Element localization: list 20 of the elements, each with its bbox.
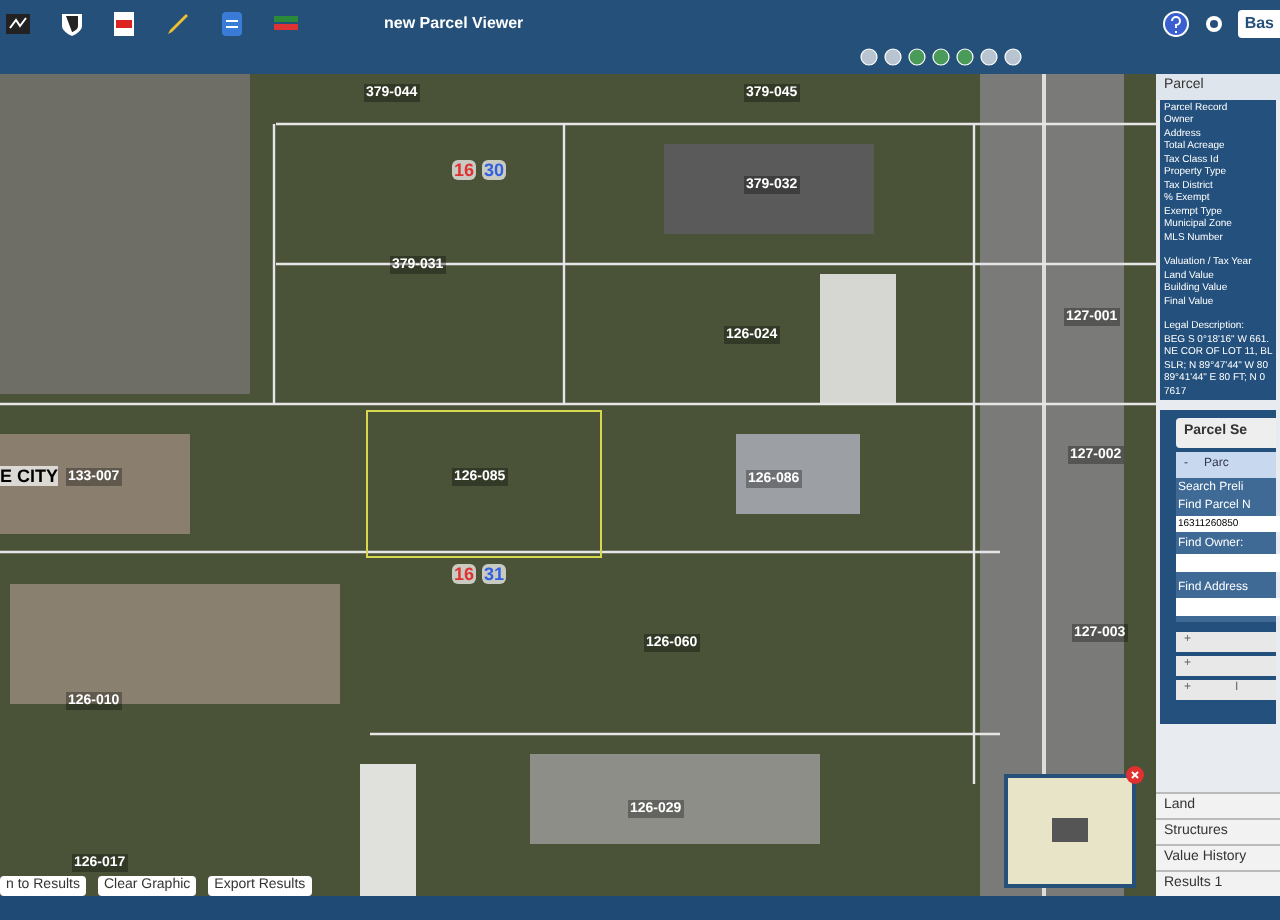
basemap-button[interactable]: Bas: [1238, 10, 1280, 38]
overview-map[interactable]: [1004, 774, 1136, 888]
document-icon[interactable]: [220, 10, 244, 38]
owner-field[interactable]: [1176, 553, 1280, 571]
window-title: new Parcel Viewer: [384, 12, 524, 36]
block-number: 16: [452, 160, 477, 180]
place-label: E CITY: [0, 466, 59, 486]
pencil-icon[interactable]: [164, 10, 192, 38]
roof-shape: [820, 274, 896, 404]
lot-number: 31: [482, 564, 507, 584]
lot-number: 30: [482, 160, 507, 180]
block-number: 16: [452, 564, 477, 584]
pdf-icon[interactable]: [112, 10, 136, 38]
address-field[interactable]: [1176, 597, 1280, 615]
shield-icon[interactable]: [60, 10, 84, 38]
close-icon[interactable]: [1126, 766, 1144, 784]
roof-shape: [360, 764, 416, 896]
extent-marker: [1052, 818, 1088, 842]
help-icon[interactable]: [1162, 10, 1191, 38]
roof-shape: [736, 434, 860, 514]
